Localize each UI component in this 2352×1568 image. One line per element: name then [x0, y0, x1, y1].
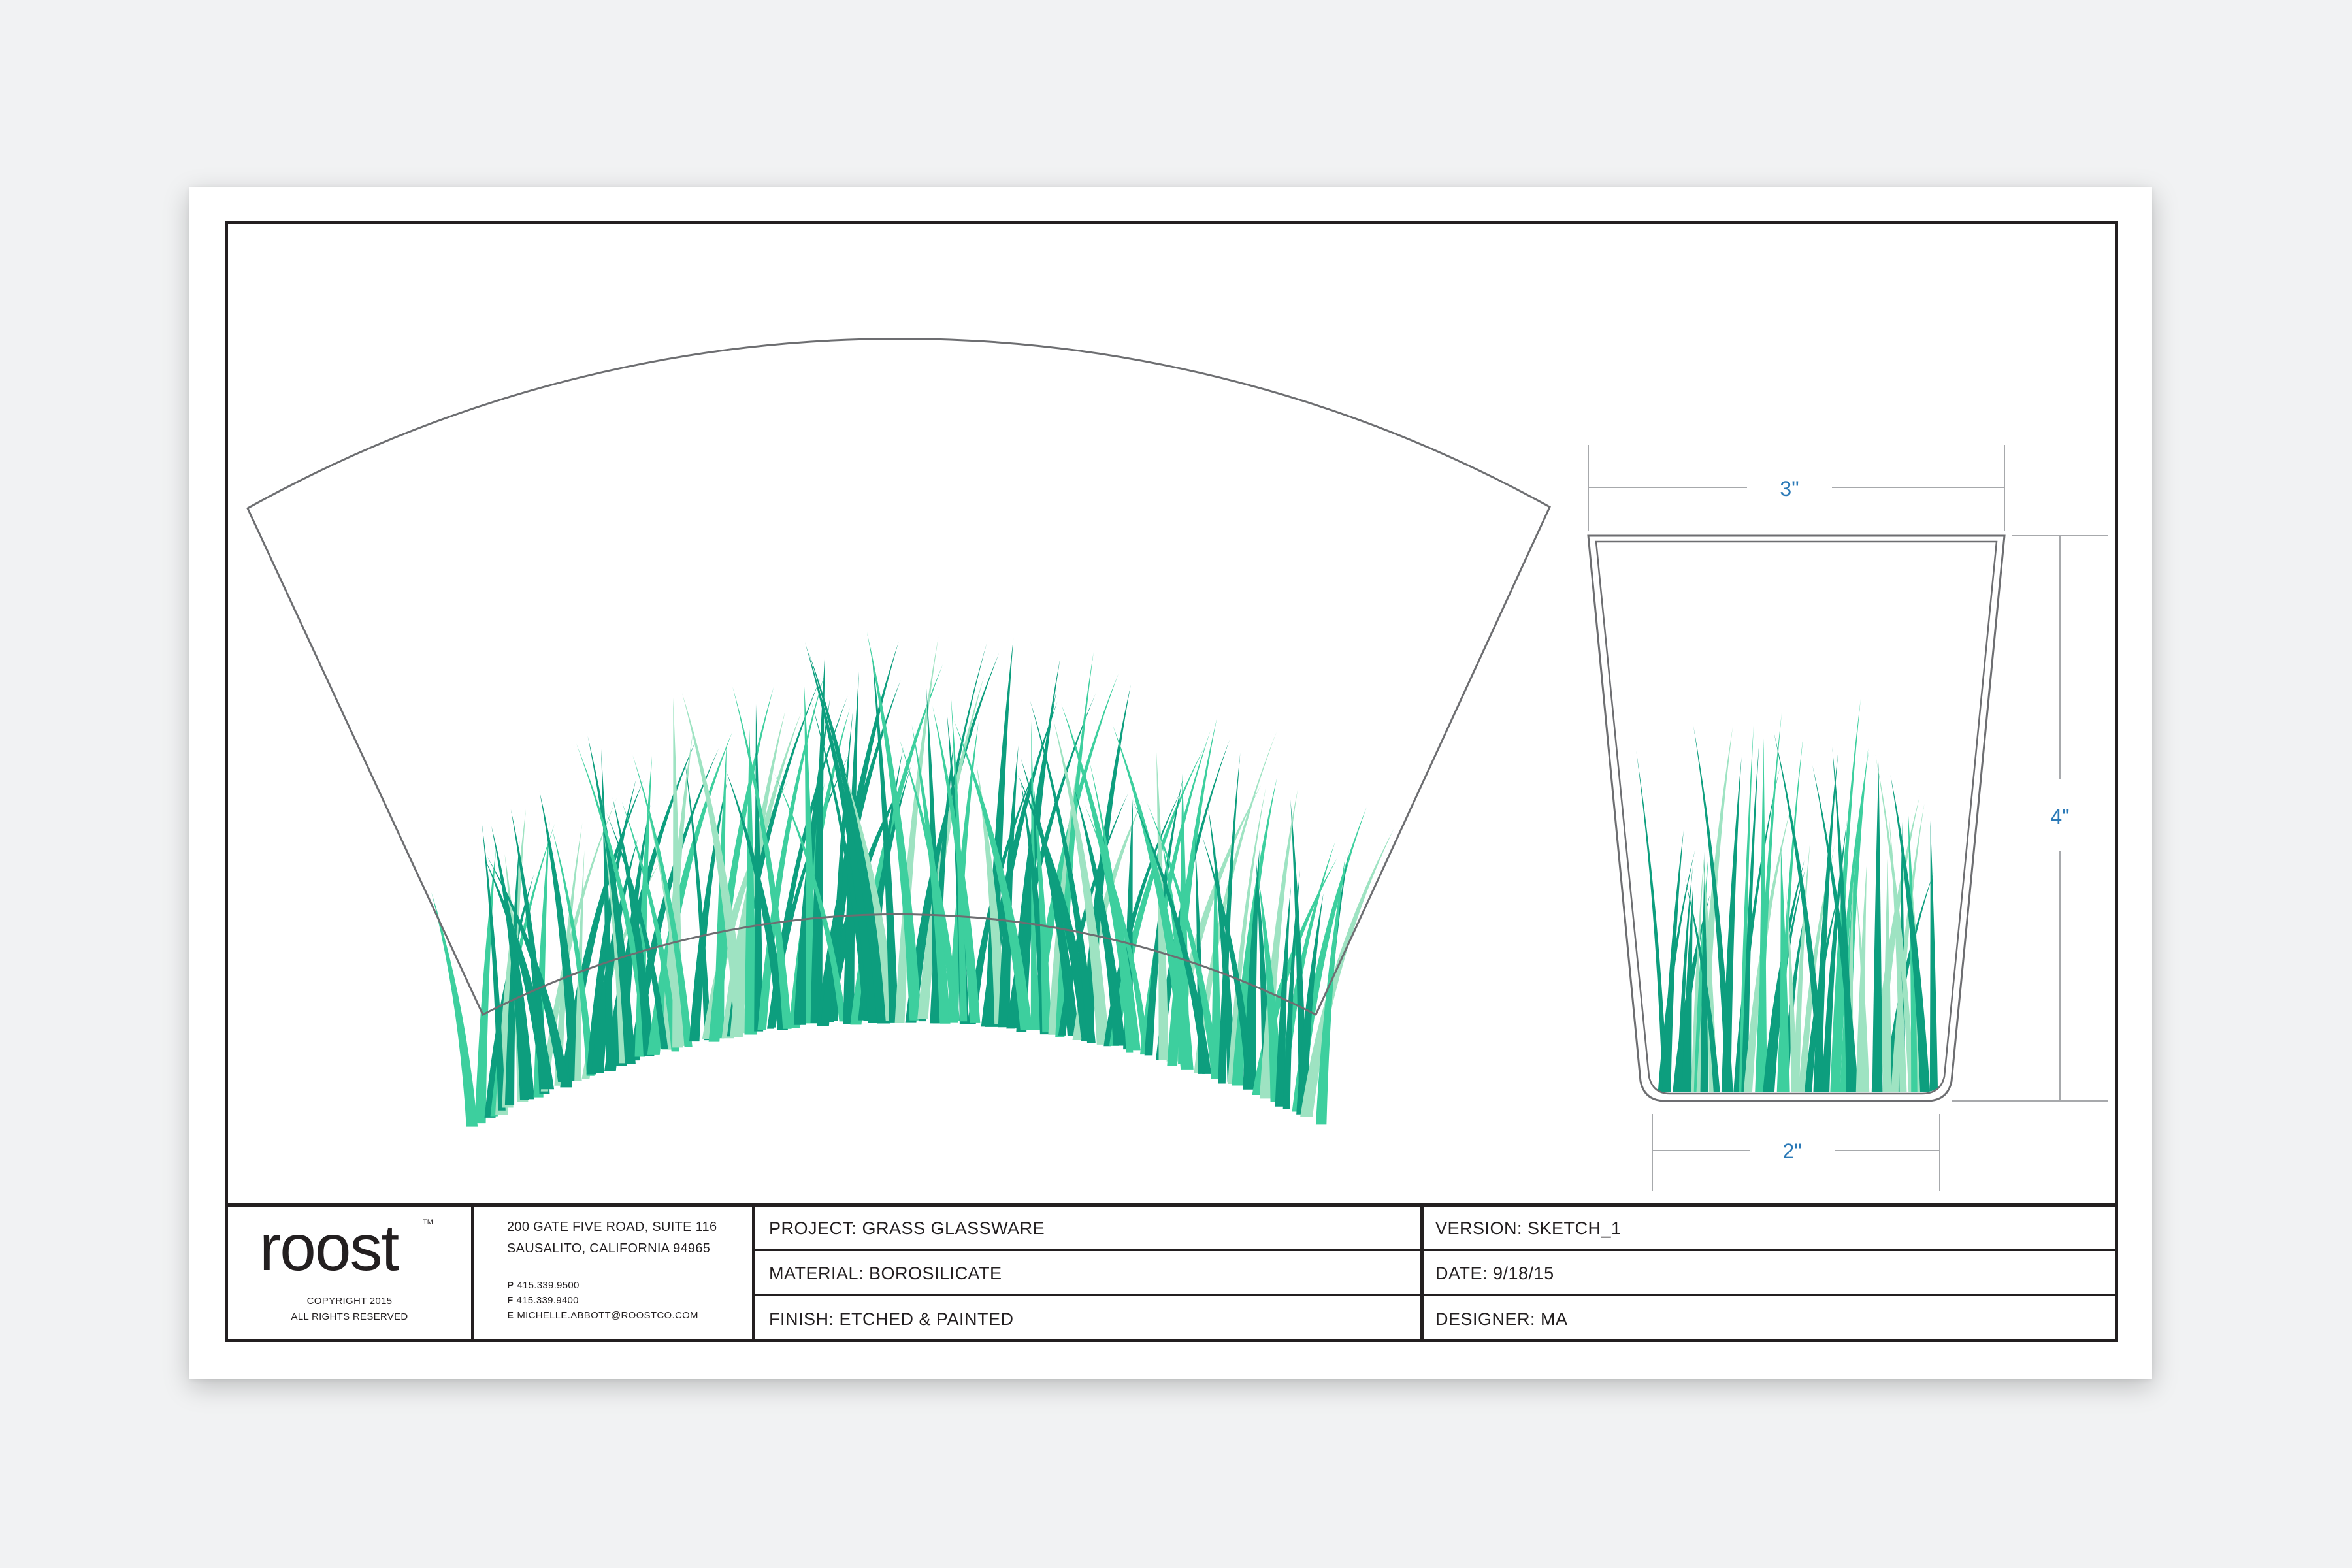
version-field: VERSION: SKETCH_1	[1435, 1218, 1622, 1238]
grass-blade	[1779, 845, 1790, 1092]
drawing-sheet: 3" 4" 2" roost TM COPYRIGHT 2015 ALL RIG…	[189, 187, 2152, 1379]
row-divider	[755, 1249, 2115, 1251]
drawing-frame: 3" 4" 2" roost TM COPYRIGHT 2015 ALL RIG…	[225, 221, 2118, 1342]
unrolled-cup-template-outline	[246, 338, 1551, 1017]
date-field: DATE: 9/18/15	[1435, 1264, 1554, 1283]
rights-line: ALL RIGHTS RESERVED	[291, 1311, 408, 1322]
row-divider	[755, 1294, 2115, 1296]
designer-field: DESIGNER: MA	[1435, 1309, 1568, 1329]
grass-blade	[1872, 762, 1883, 1092]
phone-line: P 415.339.9500	[507, 1280, 580, 1291]
dimension-height: 4"	[2050, 805, 2069, 828]
copyright-line: COPYRIGHT 2015	[306, 1296, 393, 1307]
material-field: MATERIAL: BOROSILICATE	[769, 1264, 1002, 1283]
technical-drawing: 3" 4" 2"	[246, 338, 2108, 1191]
roost-logo: roost	[259, 1211, 399, 1284]
address-cell: 200 GATE FIVE ROAD, SUITE 116 SAUSALITO,…	[474, 1207, 752, 1339]
divider	[752, 1207, 755, 1339]
title-block: roost TM COPYRIGHT 2015 ALL RIGHTS RESER…	[228, 1203, 2115, 1339]
grass-blade	[1636, 750, 1668, 1092]
grass-blade	[431, 892, 478, 1127]
cup-side-view-grass	[1636, 698, 1938, 1092]
logo-cell: roost TM COPYRIGHT 2015 ALL RIGHTS RESER…	[228, 1207, 471, 1339]
finish-field: FINISH: ETCHED & PAINTED	[769, 1309, 1014, 1329]
fax-line: F 415.339.9400	[507, 1295, 579, 1306]
trademark-mark: TM	[423, 1218, 433, 1226]
unrolled-template-grass	[431, 632, 1395, 1127]
dimension-bottom-width: 2"	[1782, 1139, 1801, 1163]
address-line-2: SAUSALITO, CALIFORNIA 94965	[507, 1241, 711, 1256]
email-line: E MICHELLE.ABBOTT@ROOSTCO.COM	[507, 1310, 698, 1321]
dimension-top-width: 3"	[1780, 477, 1799, 500]
address-line-1: 200 GATE FIVE ROAD, SUITE 116	[507, 1220, 717, 1234]
project-field: PROJECT: GRASS GLASSWARE	[769, 1218, 1045, 1238]
grass-blade	[1929, 820, 1938, 1092]
divider	[1420, 1207, 1424, 1339]
